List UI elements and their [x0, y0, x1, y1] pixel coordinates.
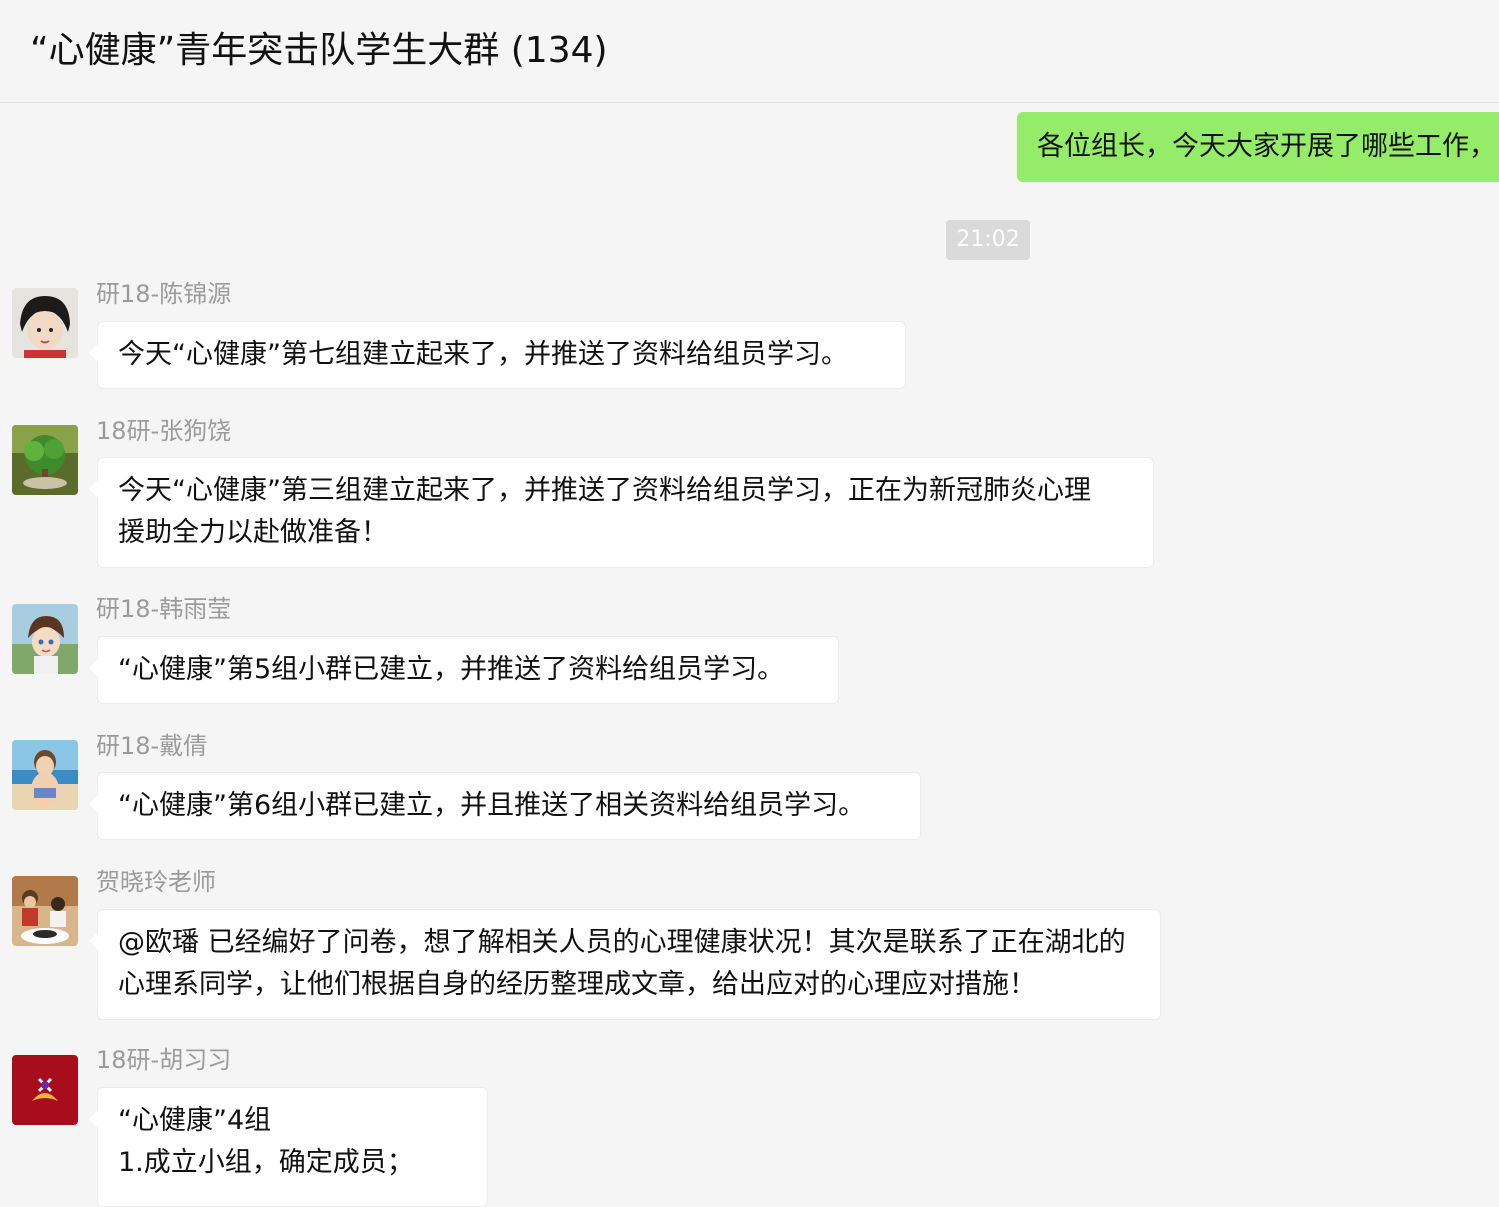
message-text: 心理系同学，让他们根据自身的经历整理成文章，给出应对的心理应对措施！ [118, 969, 1036, 1000]
avatar-red-logo-icon [12, 1055, 78, 1125]
avatar[interactable] [12, 288, 78, 358]
message-text: “心健康”4组 [118, 1105, 272, 1136]
message-text: “心健康”第5组小群已建立，并推送了资料给组员学习。 [118, 654, 785, 685]
avatar[interactable] [12, 740, 78, 810]
message-bubble[interactable]: “心健康”第5组小群已建立，并推送了资料给组员学习。 [89, 636, 839, 704]
avatar-cartoon-boy-icon [12, 288, 78, 358]
sender-name[interactable]: 18研-胡习习 [96, 1046, 231, 1074]
message-text: “心健康”第6组小群已建立，并且推送了相关资料给组员学习。 [118, 790, 866, 821]
message-bubble[interactable]: @欧璠 已经编好了问卷，想了解相关人员的心理健康状况！其次是联系了正在湖北的 心… [89, 909, 1161, 1020]
sender-name[interactable]: 贺晓玲老师 [96, 868, 216, 896]
chat-title: “心健康”青年突击队学生大群 (134) [30, 30, 608, 71]
avatar[interactable] [12, 876, 78, 946]
sender-name[interactable]: 18研-张狗饶 [96, 417, 231, 445]
sender-name[interactable]: 研18-陈锦源 [96, 280, 231, 308]
message-text: @欧璠 已经编好了问卷，想了解相关人员的心理健康状况！其次是联系了正在湖北的 [118, 927, 1126, 958]
avatar[interactable] [12, 425, 78, 495]
avatar-anime-girl-icon [12, 604, 78, 674]
message-text: 今天“心健康”第七组建立起来了，并推送了资料给组员学习。 [118, 339, 848, 370]
message-text: 援助全力以赴做准备！ [118, 517, 388, 548]
message-bubble[interactable]: 今天“心健康”第三组建立起来了，并推送了资料给组员学习，正在为新冠肺炎心理 援助… [89, 457, 1154, 568]
sender-name[interactable]: 研18-韩雨莹 [96, 595, 231, 623]
avatar[interactable] [12, 604, 78, 674]
message-text: 1.成立小组，确定成员； [118, 1147, 414, 1178]
message-bubble[interactable]: “心健康”4组 1.成立小组，确定成员； [89, 1087, 488, 1207]
avatar[interactable] [12, 1055, 78, 1125]
avatar-tree-icon [12, 425, 78, 495]
message-bubble[interactable]: 今天“心健康”第七组建立起来了，并推送了资料给组员学习。 [89, 321, 906, 389]
sender-name[interactable]: 研18-戴倩 [96, 732, 207, 760]
outgoing-message[interactable]: 各位组长，今天大家开展了哪些工作， [1017, 112, 1499, 182]
chat-header: “心健康”青年突击队学生大群 (134) [0, 0, 1499, 103]
message-text: 今天“心健康”第三组建立起来了，并推送了资料给组员学习，正在为新冠肺炎心理 [118, 475, 1091, 506]
avatar-child-beach-icon [12, 740, 78, 810]
message-timestamp: 21:02 [946, 220, 1030, 260]
message-bubble[interactable]: “心健康”第6组小群已建立，并且推送了相关资料给组员学习。 [89, 772, 921, 840]
avatar-teacher-photo-icon [12, 876, 78, 946]
